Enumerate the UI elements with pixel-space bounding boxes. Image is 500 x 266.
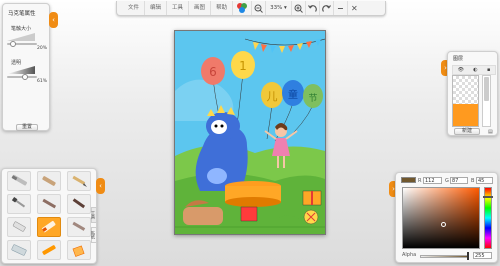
orange-marker-icon [41,220,56,233]
tool-pencil[interactable] [67,171,91,191]
zoom-level[interactable]: 33% ▾ [266,1,292,15]
layer-scroll-thumb[interactable] [484,77,489,101]
layer-panel-title: 图层 [453,56,464,62]
brush-panel-title: 马克笔属性 [8,11,36,17]
zoom-out-icon[interactable] [252,1,267,15]
pencil-icon [72,175,87,187]
current-color-swatch[interactable] [401,177,416,183]
fill-bucket-icon [72,245,85,257]
alpha-input[interactable]: 255 [473,252,492,259]
brush-panel-collapse-handle[interactable]: ‹ [49,12,58,28]
opacity-value: 61% [37,79,48,84]
drawing-canvas[interactable]: 6 1 儿 童 节 [174,30,326,235]
opacity-ramp-icon [7,66,35,74]
menu-draw[interactable]: 画图 [189,1,212,15]
saturation-value-picker[interactable] [402,187,480,249]
layer-panel: 图层 👁 ◐ ▪ 新建 ▤ [447,51,498,136]
alpha-label: Alpha [402,252,417,258]
brush-size-value: 20% [37,46,48,51]
lock-icon[interactable]: ◐ [473,67,477,73]
alpha-slider-thumb[interactable] [467,252,469,260]
menu-file[interactable]: 文件 [123,1,146,15]
tab-tools[interactable]: 工具 [91,207,97,223]
blue-input[interactable]: 45 [476,177,493,184]
eraser-block-icon [11,244,27,256]
chevron-left-icon: ‹ [99,181,102,190]
orange-crayon-icon [42,245,56,255]
balloon-letter-tong: 童 [288,88,298,101]
menu-edit[interactable]: 编辑 [145,1,168,15]
hue-slider[interactable] [483,187,493,249]
eraser-icon [12,221,26,232]
layer-thumbnail-bottom[interactable] [453,104,478,126]
delete-layer-icon[interactable]: ▪ [487,67,490,73]
tool-panel-collapse-handle[interactable]: ‹ [96,178,105,194]
smudge-icon [72,221,86,231]
reset-button[interactable]: 重置 [16,124,38,131]
tool-eraser-block[interactable] [7,240,31,260]
close-icon[interactable]: ✕ [348,1,361,15]
marker-icon [11,174,28,186]
tool-eraser[interactable] [7,217,31,237]
tool-marker-orange[interactable] [37,217,61,237]
tool-fill-bucket[interactable] [67,240,91,260]
balloon-letter-jie: 节 [308,93,317,104]
menu-tools[interactable]: 工具 [167,1,190,15]
tab-stickers[interactable]: 贴纸 [91,227,97,243]
tool-roller[interactable] [37,194,61,214]
undo-icon[interactable] [306,1,320,15]
tool-crayon-orange[interactable] [37,240,61,260]
alpha-slider[interactable] [420,255,468,258]
roller-icon [42,198,57,209]
layer-toolbar: 👁 ◐ ▪ [452,65,496,75]
green-input[interactable]: 87 [450,177,468,184]
visibility-icon[interactable]: 👁 [458,67,464,73]
opacity-slider[interactable] [22,74,29,80]
birthday-stage [225,181,281,207]
brush-properties-panel: 马克笔属性 笔触大小 20% 透明 61% 重置 [2,3,50,131]
color-picker-panel: R 112 G 87 B 45 Alpha 255 [395,172,498,263]
color-picker-icon[interactable] [233,1,253,15]
balloon-letter-six: 6 [209,65,217,79]
hue-slider-thumb[interactable] [483,196,493,198]
layer-menu-icon[interactable]: ▤ [488,129,494,135]
balloon-letter-er: 儿 [267,90,278,103]
balloon-letter-one: 1 [239,59,247,73]
layer-scrollbar[interactable] [482,75,491,127]
brush-size-label: 笔触大小 [11,26,32,32]
tool-brush[interactable] [7,194,31,214]
b-label: B [471,178,475,184]
r-label: R [418,178,422,184]
zoom-in-icon[interactable] [292,1,306,15]
menu-help[interactable]: 帮助 [211,1,234,15]
coloring-picture: 6 1 儿 童 节 [175,31,325,234]
layer-thumbnail-top[interactable] [452,75,479,127]
tool-pen[interactable] [67,194,91,214]
top-toolbar: 文件 编辑 工具 画图 帮助 33% ▾ − ✕ [116,1,386,16]
tool-palette-panel: 工具 贴纸 [1,168,97,264]
redo-icon[interactable] [320,1,334,15]
zoom-value: 33% [270,5,283,11]
tool-smudge[interactable] [67,217,91,237]
color-picker-cursor[interactable] [441,222,446,227]
chevron-left-icon: ‹ [52,15,55,24]
crayon-icon [42,176,56,186]
brush-icon [11,196,26,208]
red-input[interactable]: 112 [423,177,442,184]
pen-icon [72,198,86,209]
brush-size-slider[interactable] [10,41,16,47]
minimize-icon[interactable]: − [334,1,348,15]
tool-crayon[interactable] [37,171,61,191]
new-layer-button[interactable]: 新建 [454,128,480,135]
tool-marker[interactable] [7,171,31,191]
g-label: G [445,178,449,184]
